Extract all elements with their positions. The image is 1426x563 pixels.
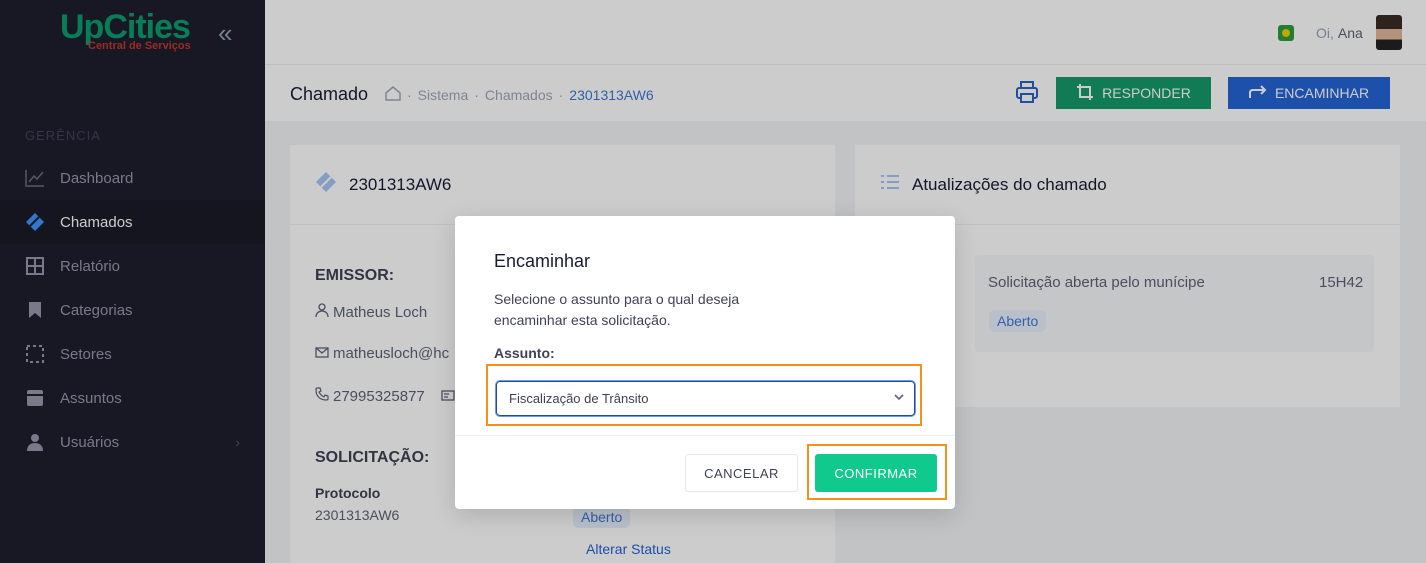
modal-description: Selecione o assunto para o qual deseja e…: [494, 291, 740, 328]
subject-select[interactable]: Fiscalização de Trânsito: [496, 381, 915, 416]
subject-label: Assunto:: [494, 345, 555, 361]
cancel-button[interactable]: CANCELAR: [685, 454, 798, 492]
chevron-down-icon: [894, 390, 904, 404]
modal-title: Encaminhar: [494, 251, 591, 271]
subject-select-value: Fiscalização de Trânsito: [509, 391, 649, 406]
confirm-button[interactable]: CONFIRMAR: [815, 454, 937, 492]
forward-modal: Encaminhar Selecione o assunto para o qu…: [455, 216, 955, 509]
modal-footer: [455, 435, 955, 436]
